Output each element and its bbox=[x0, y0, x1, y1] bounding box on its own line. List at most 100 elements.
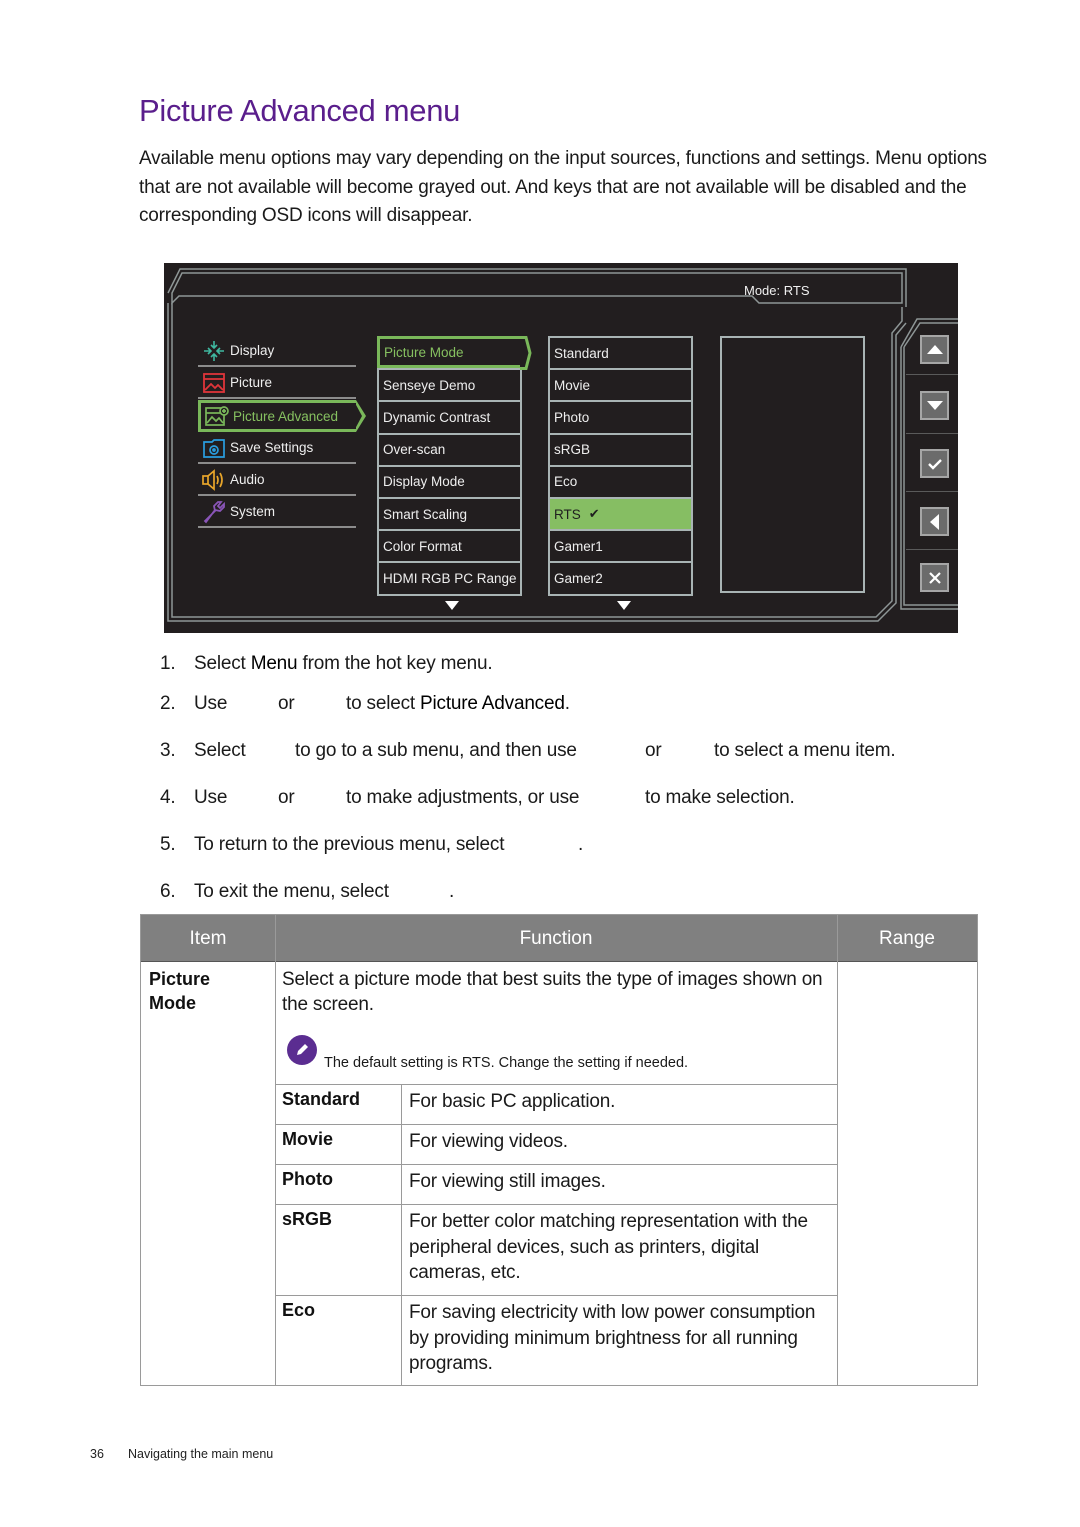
table-header: Item Function Range bbox=[141, 915, 977, 962]
up-button[interactable] bbox=[920, 335, 949, 364]
exit-button[interactable] bbox=[920, 563, 949, 592]
submenu-item-smart-scaling[interactable]: Smart Scaling bbox=[379, 496, 520, 529]
option-label: RTS bbox=[554, 506, 581, 522]
step-text: To exit the menu, select bbox=[194, 881, 389, 902]
step-text: or bbox=[278, 787, 295, 808]
option-movie[interactable]: Movie bbox=[550, 368, 691, 400]
header-item: Item bbox=[189, 927, 227, 949]
submenu-item-over-scan[interactable]: Over-scan bbox=[379, 432, 520, 465]
main-menu-label: Picture Advanced bbox=[233, 408, 339, 424]
submenu-item-picture-mode[interactable]: Picture Mode bbox=[377, 336, 522, 369]
close-icon bbox=[928, 571, 941, 584]
mode-row-movie: Movie For viewing videos. bbox=[275, 1124, 837, 1165]
divider bbox=[906, 374, 958, 375]
mode-row-srgb: sRGB For better color matching represent… bbox=[275, 1204, 837, 1296]
mode-status-label: Mode: RTS bbox=[744, 283, 810, 298]
note-prefix: The default setting is bbox=[324, 1055, 462, 1071]
function-description: Select a picture mode that best suits th… bbox=[282, 969, 823, 1015]
step-number: 2. bbox=[160, 693, 176, 714]
left-arrow-icon bbox=[930, 513, 939, 530]
step-number: 4. bbox=[160, 787, 176, 808]
picture-mode-options-list: Standard Movie Photo sRGB Eco RTS ✔ Game… bbox=[548, 336, 693, 596]
main-menu-label: Display bbox=[230, 343, 275, 358]
mode-name: Photo bbox=[282, 1169, 333, 1189]
option-standard[interactable]: Standard bbox=[550, 336, 691, 368]
main-menu-item-picture[interactable]: Picture bbox=[198, 368, 356, 399]
mode-row-standard: Standard For basic PC application. bbox=[275, 1084, 837, 1125]
step-text: from the hot key menu. bbox=[297, 653, 493, 674]
column-divider bbox=[401, 1085, 402, 1125]
down-button[interactable] bbox=[920, 391, 949, 420]
mode-name: Standard bbox=[282, 1089, 361, 1109]
submenu-item-hdmi-rgb-pc-range[interactable]: HDMI RGB PC Range bbox=[379, 561, 520, 593]
header-range: Range bbox=[879, 927, 935, 949]
option-gamer1[interactable]: Gamer1 bbox=[550, 529, 691, 561]
save-settings-icon bbox=[202, 436, 226, 460]
main-menu-item-display[interactable]: Display bbox=[198, 336, 356, 367]
item-picture-mode: Picture Mode bbox=[149, 967, 210, 1015]
options-scroll-down-icon[interactable] bbox=[617, 601, 631, 610]
step-text: to go to a sub menu, and then use bbox=[295, 740, 577, 761]
main-menu-item-system[interactable]: System bbox=[198, 497, 356, 528]
picture-advanced-icon bbox=[205, 404, 229, 428]
divider bbox=[906, 549, 958, 550]
column-divider bbox=[401, 1125, 402, 1165]
option-eco[interactable]: Eco bbox=[550, 464, 691, 497]
submenu-list: Picture Mode Senseye Demo Dynamic Contra… bbox=[377, 336, 522, 596]
option-rts[interactable]: RTS ✔ bbox=[550, 496, 691, 530]
main-menu-label: Audio bbox=[230, 472, 265, 487]
mode-description: For basic PC application. bbox=[409, 1091, 616, 1112]
main-menu-item-picture-advanced[interactable]: Picture Advanced bbox=[198, 400, 366, 432]
step-text: Use bbox=[194, 787, 228, 808]
submenu-item-dynamic-contrast[interactable]: Dynamic Contrast bbox=[379, 400, 520, 432]
option-gamer2[interactable]: Gamer2 bbox=[550, 561, 691, 593]
step-number: 3. bbox=[160, 740, 176, 761]
step-number: 6. bbox=[160, 881, 176, 902]
mode-name: Movie bbox=[282, 1129, 334, 1149]
main-menu-label: Picture bbox=[230, 375, 273, 390]
step-text: to select a menu item. bbox=[714, 740, 896, 761]
main-menu-label: Save Settings bbox=[230, 440, 314, 455]
submenu-item-display-mode[interactable]: Display Mode bbox=[379, 464, 520, 497]
preview-panel bbox=[720, 336, 865, 593]
mode-description: For better color matching representation… bbox=[409, 1211, 808, 1283]
mode-description: For saving electricity with low power co… bbox=[409, 1302, 816, 1374]
submenu-item-senseye-demo[interactable]: Senseye Demo bbox=[379, 368, 520, 400]
function-table: Item Function Range Picture Mode Select … bbox=[140, 914, 978, 1386]
step-text: Use bbox=[194, 693, 228, 714]
header-function: Function bbox=[519, 927, 593, 949]
step-text: to make selection. bbox=[645, 787, 795, 808]
confirm-button[interactable] bbox=[920, 449, 949, 478]
system-icon bbox=[202, 500, 226, 524]
step-text: Select bbox=[194, 740, 246, 761]
step-text: to make adjustments, or use bbox=[346, 787, 580, 808]
main-menu-item-audio[interactable]: Audio bbox=[198, 465, 356, 496]
option-photo[interactable]: Photo bbox=[550, 400, 691, 432]
section-name: Navigating the main menu bbox=[128, 1447, 274, 1461]
mode-name: sRGB bbox=[282, 1209, 333, 1229]
step-text: To return to the previous menu, select bbox=[194, 834, 505, 855]
note-pencil-icon bbox=[287, 1035, 317, 1065]
step-number: 1. bbox=[160, 653, 176, 674]
option-srgb[interactable]: sRGB bbox=[550, 432, 691, 465]
step-text: . bbox=[578, 834, 584, 855]
divider bbox=[906, 491, 958, 492]
column-divider bbox=[401, 1205, 402, 1296]
checkmark-icon bbox=[927, 458, 942, 470]
step-text: or bbox=[278, 693, 295, 714]
submenu-item-color-format[interactable]: Color Format bbox=[379, 529, 520, 561]
page-number: 36 bbox=[90, 1447, 104, 1461]
column-divider bbox=[401, 1296, 402, 1386]
picture-icon bbox=[202, 371, 226, 395]
step-number: 5. bbox=[160, 834, 176, 855]
submenu-active-pointer bbox=[520, 336, 532, 370]
up-arrow-icon bbox=[926, 345, 943, 354]
mode-name: Eco bbox=[282, 1300, 316, 1320]
step-text: . bbox=[449, 881, 455, 902]
osd-menu-screenshot: Mode: RTS Display Picture Picture Advanc… bbox=[164, 263, 958, 633]
main-menu-item-save-settings[interactable]: Save Settings bbox=[198, 433, 356, 464]
back-button[interactable] bbox=[920, 507, 949, 536]
mode-description: For viewing still images. bbox=[409, 1171, 606, 1192]
submenu-scroll-down-icon[interactable] bbox=[445, 601, 459, 610]
note-suffix: . Change the setting if needed. bbox=[490, 1055, 689, 1071]
